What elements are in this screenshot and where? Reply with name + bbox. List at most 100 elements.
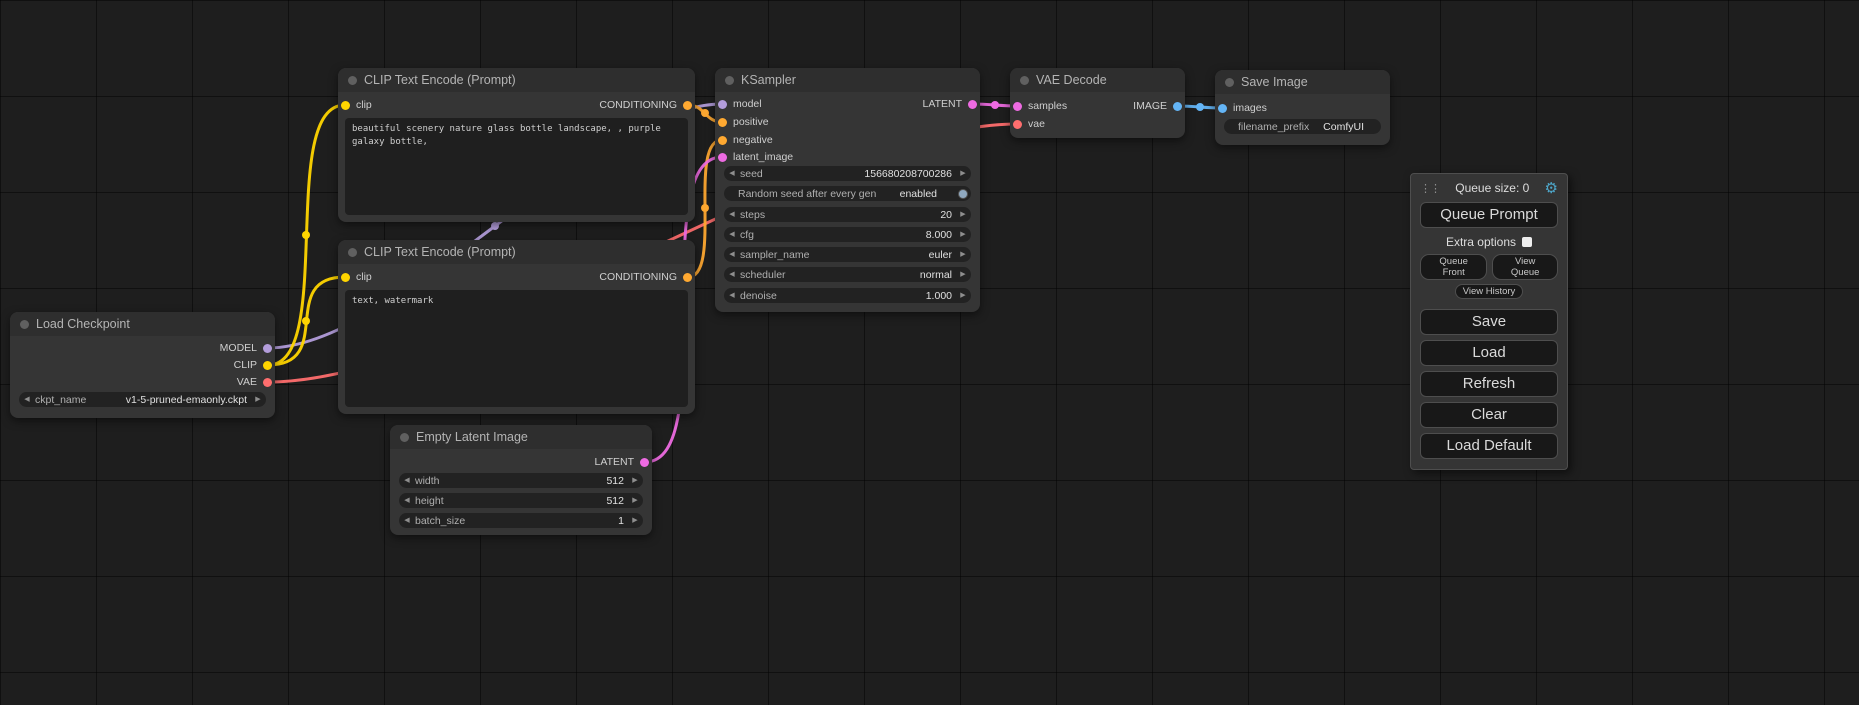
refresh-button[interactable]: Refresh (1420, 371, 1558, 397)
widget-ckpt-name[interactable]: ◀ ckpt_name v1-5-pruned-emaonly.ckpt ▶ (19, 392, 266, 407)
increment-icon[interactable]: ▶ (955, 288, 971, 303)
increment-icon[interactable]: ▶ (627, 513, 643, 528)
widget-scheduler[interactable]: ◀ scheduler normal ▶ (724, 267, 971, 282)
widget-sampler-name[interactable]: ◀ sampler_name euler ▶ (724, 247, 971, 262)
load-default-button[interactable]: Load Default (1420, 433, 1558, 459)
widget-filename-prefix[interactable]: filename_prefix ComfyUI (1224, 119, 1381, 134)
widget-value: 1 (618, 515, 624, 527)
widget-cfg[interactable]: ◀ cfg 8.000 ▶ (724, 227, 971, 242)
collapse-dot-icon[interactable] (725, 76, 734, 85)
node-clip-text-encode-negative[interactable]: CLIP Text Encode (Prompt) clip CONDITION… (338, 240, 695, 414)
slot-dot-latent[interactable] (968, 100, 977, 109)
slot-dot-clip[interactable] (263, 361, 272, 370)
settings-gear-icon[interactable]: ⚙ (1545, 181, 1558, 196)
increment-icon[interactable]: ▶ (955, 227, 971, 242)
increment-icon[interactable]: ▶ (955, 166, 971, 181)
increment-icon[interactable]: ▶ (955, 207, 971, 222)
slot-dot-vae[interactable] (263, 378, 272, 387)
node-load-checkpoint[interactable]: Load Checkpoint MODEL CLIP VAE ◀ ckpt_na… (10, 312, 275, 418)
collapse-dot-icon[interactable] (1225, 78, 1234, 87)
extra-options-checkbox[interactable] (1522, 237, 1532, 247)
decrement-icon[interactable]: ◀ (399, 493, 415, 508)
widget-value: v1-5-pruned-emaonly.ckpt (126, 394, 247, 406)
widget-seed[interactable]: ◀ seed 156680208700286 ▶ (724, 166, 971, 181)
increment-icon[interactable]: ▶ (250, 392, 266, 407)
node-title-bar[interactable]: CLIP Text Encode (Prompt) (338, 240, 695, 264)
slot-dot-image[interactable] (1218, 104, 1227, 113)
increment-icon[interactable]: ▶ (955, 247, 971, 262)
toggle-knob-icon[interactable] (958, 189, 968, 199)
slot-dot-latent[interactable] (1013, 102, 1022, 111)
increment-icon[interactable]: ▶ (955, 267, 971, 282)
slot-dot-vae[interactable] (1013, 120, 1022, 129)
load-button[interactable]: Load (1420, 340, 1558, 366)
widget-steps[interactable]: ◀ steps 20 ▶ (724, 207, 971, 222)
widget-width[interactable]: ◀ width 512 ▶ (399, 473, 643, 488)
collapse-dot-icon[interactable] (348, 76, 357, 85)
decrement-icon[interactable]: ◀ (19, 392, 35, 407)
drag-handle-icon[interactable]: ⋮⋮ (1420, 182, 1440, 195)
decrement-icon[interactable]: ◀ (724, 288, 740, 303)
widget-name: filename_prefix (1224, 121, 1323, 133)
node-vae-decode[interactable]: VAE Decode samples vae IMAGE (1010, 68, 1185, 138)
slot-label: VAE (237, 376, 257, 388)
widget-height[interactable]: ◀ height 512 ▶ (399, 493, 643, 508)
input-slot-clip: clip (341, 270, 372, 284)
widget-value: ComfyUI (1323, 121, 1378, 133)
collapse-dot-icon[interactable] (400, 433, 409, 442)
slot-dot-model[interactable] (718, 100, 727, 109)
node-title-bar[interactable]: VAE Decode (1010, 68, 1185, 92)
node-title-bar[interactable]: Load Checkpoint (10, 312, 275, 336)
save-button[interactable]: Save (1420, 309, 1558, 335)
node-title-bar[interactable]: Empty Latent Image (390, 425, 652, 449)
view-history-button[interactable]: View History (1455, 284, 1524, 299)
slot-dot-model[interactable] (263, 344, 272, 353)
widget-denoise[interactable]: ◀ denoise 1.000 ▶ (724, 288, 971, 303)
increment-icon[interactable]: ▶ (627, 493, 643, 508)
collapse-dot-icon[interactable] (348, 248, 357, 257)
decrement-icon[interactable]: ◀ (724, 166, 740, 181)
input-slot-clip: clip (341, 98, 372, 112)
widget-batch-size[interactable]: ◀ batch_size 1 ▶ (399, 513, 643, 528)
node-clip-text-encode-positive[interactable]: CLIP Text Encode (Prompt) clip CONDITION… (338, 68, 695, 222)
decrement-icon[interactable]: ◀ (724, 207, 740, 222)
decrement-icon[interactable]: ◀ (399, 473, 415, 488)
increment-icon[interactable]: ▶ (627, 473, 643, 488)
slot-dot-latent[interactable] (718, 153, 727, 162)
slot-label: clip (356, 271, 372, 283)
decrement-icon[interactable]: ◀ (724, 227, 740, 242)
output-slot-conditioning: CONDITIONING (599, 98, 692, 112)
queue-front-button[interactable]: Queue Front (1420, 254, 1487, 280)
widget-name: cfg (740, 229, 926, 241)
node-ksampler[interactable]: KSampler model positive negative latent_… (715, 68, 980, 312)
decrement-icon[interactable]: ◀ (399, 513, 415, 528)
output-slot-latent: LATENT (595, 455, 649, 469)
queue-prompt-button[interactable]: Queue Prompt (1420, 202, 1558, 228)
extra-options-label: Extra options (1446, 235, 1516, 249)
slot-dot-conditioning[interactable] (718, 136, 727, 145)
collapse-dot-icon[interactable] (1020, 76, 1029, 85)
node-save-image[interactable]: Save Image images filename_prefix ComfyU… (1215, 70, 1390, 145)
widget-random-seed-toggle[interactable]: Random seed after every gen enabled (724, 186, 971, 201)
decrement-icon[interactable]: ◀ (724, 247, 740, 262)
prompt-textarea[interactable]: text, watermark (345, 290, 688, 407)
slot-dot-image[interactable] (1173, 102, 1182, 111)
node-title-bar[interactable]: Save Image (1215, 70, 1390, 94)
node-title-bar[interactable]: CLIP Text Encode (Prompt) (338, 68, 695, 92)
slot-dot-clip[interactable] (341, 101, 350, 110)
node-title: Empty Latent Image (416, 430, 528, 444)
decrement-icon[interactable]: ◀ (724, 267, 740, 282)
slot-dot-conditioning[interactable] (718, 118, 727, 127)
clear-button[interactable]: Clear (1420, 402, 1558, 428)
slot-dot-conditioning[interactable] (683, 273, 692, 282)
slot-dot-conditioning[interactable] (683, 101, 692, 110)
node-empty-latent-image[interactable]: Empty Latent Image LATENT ◀ width 512 ▶ … (390, 425, 652, 535)
slot-dot-latent[interactable] (640, 458, 649, 467)
view-queue-button[interactable]: View Queue (1492, 254, 1558, 280)
slot-label: MODEL (220, 342, 257, 354)
prompt-textarea[interactable]: beautiful scenery nature glass bottle la… (345, 118, 688, 215)
collapse-dot-icon[interactable] (20, 320, 29, 329)
slot-dot-clip[interactable] (341, 273, 350, 282)
widget-name: seed (740, 168, 864, 180)
node-title-bar[interactable]: KSampler (715, 68, 980, 92)
